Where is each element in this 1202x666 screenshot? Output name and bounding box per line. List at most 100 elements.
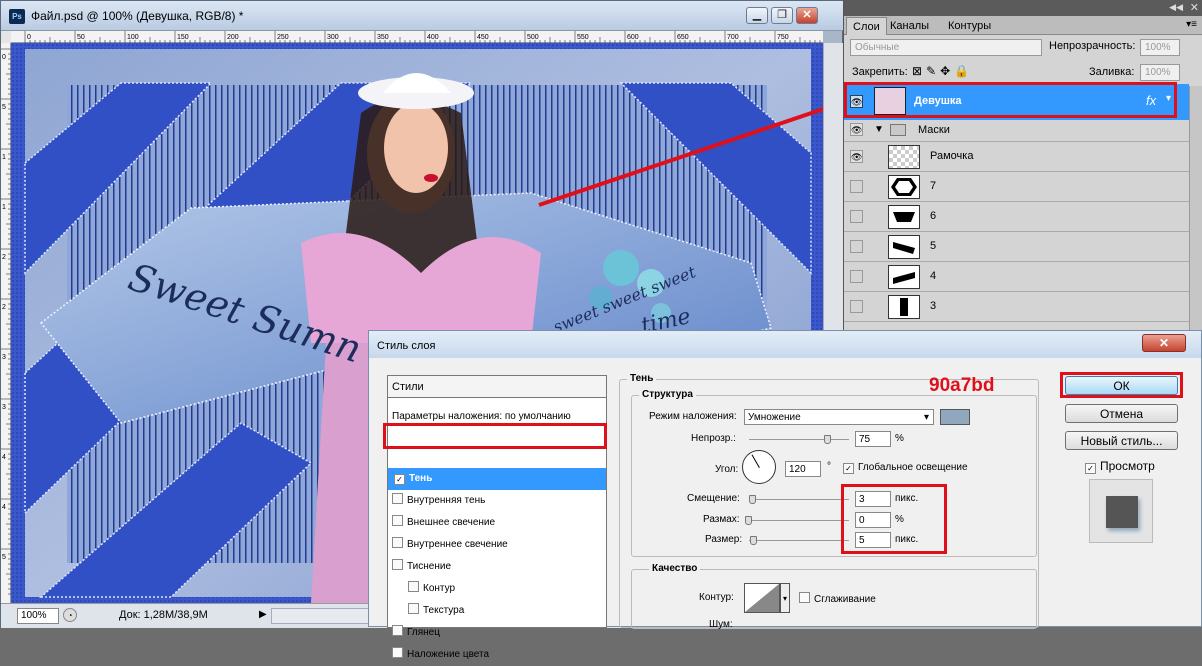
document-titlebar[interactable]: Ps Файл.psd @ 100% (Девушка, RGB/8) * ▁ … [1, 1, 844, 31]
restore-button[interactable]: ❐ [771, 7, 793, 24]
checkbox[interactable] [392, 647, 403, 658]
panel-collapse-icon[interactable]: ◀◀ [1169, 2, 1183, 13]
fill-field[interactable]: 100% [1140, 64, 1180, 81]
zoom-preview-icon[interactable]: ◔ [63, 608, 77, 622]
checkbox[interactable] [392, 515, 403, 526]
layer-row-maski[interactable]: 👁 ▼ Маски [844, 120, 1189, 142]
ruler-label: 2 [2, 254, 6, 261]
visibility-toggle[interactable] [850, 270, 863, 283]
spread-slider-handle[interactable] [745, 516, 752, 525]
quality-title: Качество [649, 563, 701, 574]
cancel-button[interactable]: Отмена [1065, 404, 1178, 423]
style-item-drop-shadow[interactable]: ✓ Тень [388, 468, 606, 490]
horizontal-ruler[interactable]: 0 50 100 150 200 250 300 350 400 450 500 550 600 650 7… [11, 31, 823, 43]
offset-slider-handle[interactable] [749, 495, 756, 504]
layer-row-5[interactable]: 5 [844, 232, 1189, 262]
style-item-color-overlay[interactable]: Наложение цвета [392, 644, 489, 666]
status-menu-arrow-icon[interactable]: ▶ [259, 609, 267, 620]
checkbox[interactable] [799, 592, 810, 603]
style-item-bevel[interactable]: Тиснение [392, 556, 451, 578]
group-expand-icon[interactable]: ▼ [874, 124, 884, 135]
lock-pixels-icon[interactable]: ✎ [926, 64, 940, 78]
style-item-label: Текстура [423, 605, 465, 616]
angle-dial[interactable] [742, 450, 776, 484]
checkbox[interactable] [392, 559, 403, 570]
zoom-field[interactable]: 100% [17, 608, 59, 624]
opacity-input[interactable]: 75 [855, 431, 891, 447]
visibility-eye-icon[interactable]: 👁 [850, 150, 863, 163]
visibility-toggle[interactable] [850, 210, 863, 223]
global-light-checkbox[interactable]: ✓ Глобальное освещение [843, 462, 968, 474]
section-title: Тень [627, 373, 657, 384]
blend-mode-select[interactable]: Обычные [850, 39, 1042, 56]
tab-layers[interactable]: Слои [846, 17, 887, 35]
style-item-label: Контур [423, 583, 456, 594]
style-item-inner-glow[interactable]: Внутреннее свечение [392, 534, 508, 556]
layer-row-7[interactable]: 7 [844, 172, 1189, 202]
layer-row-6[interactable]: 6 [844, 202, 1189, 232]
ruler-label: 1 [2, 204, 6, 211]
checkbox[interactable]: ✓ [843, 463, 854, 474]
tab-paths[interactable]: Контуры [942, 17, 997, 35]
layer-thumbnail [888, 175, 920, 199]
lock-position-icon[interactable]: ✥ [940, 64, 954, 78]
layer-row-3[interactable]: 3 [844, 292, 1189, 322]
drop-shadow-checkbox[interactable]: ✓ [394, 474, 405, 485]
visibility-toggle[interactable] [850, 180, 863, 193]
dialog-close-button[interactable]: ✕ [1142, 334, 1186, 352]
visibility-eye-icon[interactable]: 👁 [850, 123, 863, 136]
shadow-color-swatch[interactable] [940, 409, 970, 425]
ruler-corner[interactable] [1, 31, 11, 43]
blend-mode-label: Режим наложения: [649, 411, 737, 422]
checkbox[interactable] [408, 581, 419, 592]
minimize-button[interactable]: ▁ [746, 7, 768, 24]
angle-dial-needle [751, 454, 760, 468]
lock-icons[interactable]: ⊠✎✥🔒 [912, 64, 973, 78]
contour-picker[interactable] [744, 583, 780, 613]
ruler-label: 5 [2, 554, 6, 561]
spread-slider[interactable] [749, 520, 849, 521]
vertical-ruler[interactable]: 0 5 1 1 2 2 3 3 4 4 5 [1, 43, 11, 603]
styles-header[interactable]: Стили [388, 376, 606, 398]
ruler-label: 4 [2, 504, 6, 511]
layer-name: 5 [930, 240, 937, 252]
blend-mode-dropdown[interactable]: Умножение ▾ [744, 409, 934, 425]
size-slider[interactable] [749, 540, 849, 541]
lock-all-icon[interactable]: 🔒 [954, 64, 973, 78]
layers-scrollbar[interactable] [1189, 86, 1202, 330]
antialias-checkbox[interactable]: Сглаживание [799, 592, 876, 605]
panel-close-icon[interactable]: ✕ [1190, 1, 1199, 14]
checkbox[interactable]: ✓ [1085, 463, 1096, 474]
style-item-satin[interactable]: Глянец [392, 622, 440, 644]
layer-row-4[interactable]: 4 [844, 262, 1189, 292]
panel-header[interactable]: ◀◀ ✕ [844, 0, 1202, 16]
style-item-inner-shadow[interactable]: Внутренняя тень [392, 490, 485, 512]
new-style-button[interactable]: Новый стиль... [1065, 431, 1178, 450]
offset-slider[interactable] [749, 499, 849, 500]
checkbox[interactable] [392, 537, 403, 548]
style-item-contour[interactable]: Контур [408, 578, 455, 600]
opacity-slider-handle[interactable] [824, 435, 831, 444]
contour-dropdown-icon[interactable]: ▾ [780, 583, 790, 613]
checkbox[interactable] [408, 603, 419, 614]
close-document-button[interactable]: ✕ [796, 7, 818, 24]
visibility-toggle[interactable] [850, 240, 863, 253]
ruler-label: 400 [427, 34, 439, 41]
preview-checkbox[interactable]: ✓ Просмотр [1085, 459, 1155, 474]
lock-transparency-icon[interactable]: ⊠ [912, 64, 926, 78]
dialog-titlebar[interactable]: Стиль слоя ✕ [369, 331, 1201, 358]
style-item-texture[interactable]: Текстура [408, 600, 464, 622]
document-info[interactable]: Док: 1,28M/38,9M [119, 609, 208, 621]
tab-channels[interactable]: Каналы [884, 17, 935, 35]
panel-menu-icon[interactable]: ▾≡ [1186, 19, 1197, 30]
size-slider-handle[interactable] [750, 536, 757, 545]
style-item-outer-glow[interactable]: Внешнее свечение [392, 512, 495, 534]
structure-title: Структура [639, 389, 696, 400]
angle-input[interactable]: 120 [785, 461, 821, 477]
ruler-label: 5 [2, 104, 6, 111]
visibility-toggle[interactable] [850, 300, 863, 313]
opacity-field[interactable]: 100% [1140, 39, 1180, 56]
checkbox[interactable] [392, 493, 403, 504]
layer-row-ramochka[interactable]: 👁 Рамочка [844, 142, 1189, 172]
opacity-slider[interactable] [749, 439, 849, 440]
